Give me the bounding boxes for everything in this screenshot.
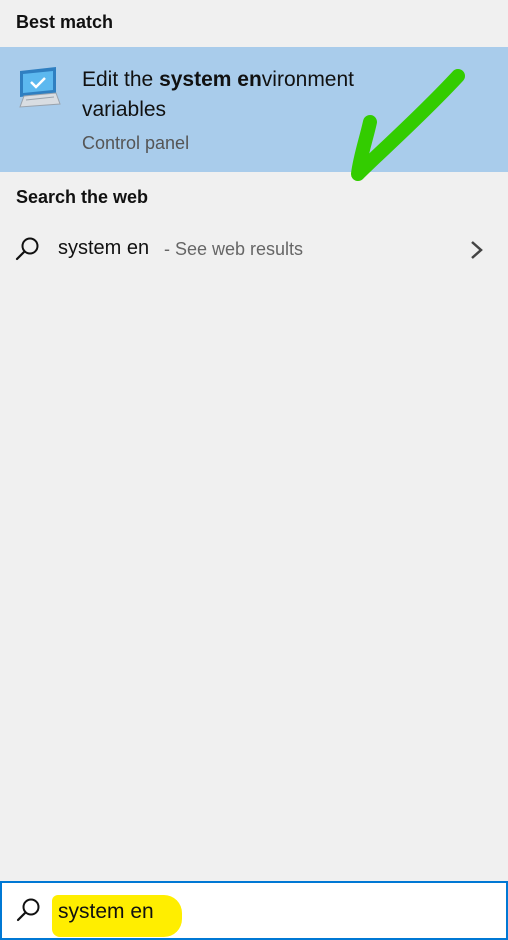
search-input[interactable] bbox=[58, 897, 488, 927]
search-web-heading: Search the web bbox=[16, 187, 149, 207]
best-match-heading: Best match bbox=[16, 12, 114, 32]
green-check-annotation-icon bbox=[351, 69, 465, 181]
search-icon bbox=[15, 237, 39, 261]
monitor-checkmark-icon bbox=[19, 67, 61, 108]
web-result-query: system en bbox=[58, 237, 150, 259]
chevron-right-icon[interactable] bbox=[468, 238, 486, 262]
web-result-hint: - See web results bbox=[164, 239, 304, 259]
search-bar[interactable] bbox=[0, 881, 508, 940]
web-search-result[interactable]: system en - See web results bbox=[0, 222, 508, 278]
best-match-subtitle: Control panel bbox=[82, 133, 190, 153]
search-icon bbox=[16, 898, 40, 922]
